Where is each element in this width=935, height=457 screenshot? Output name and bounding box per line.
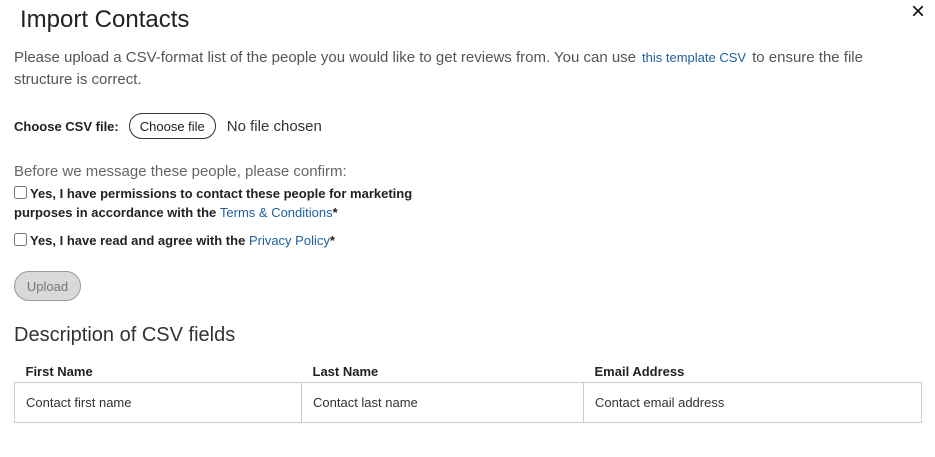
intro-text-before: Please upload a CSV-format list of the p…	[14, 49, 637, 66]
privacy-required-mark: *	[329, 233, 335, 248]
cell-email-address: Contact email address	[583, 382, 922, 423]
permissions-required-mark: *	[332, 205, 338, 220]
table-row: Contact first name Contact last name Con…	[14, 382, 922, 423]
column-header-first-name: First Name	[25, 363, 93, 379]
upload-button[interactable]: Upload	[14, 271, 81, 301]
privacy-checkbox[interactable]	[14, 233, 27, 246]
intro-text: Please upload a CSV-format list of the p…	[14, 47, 904, 91]
column-header-email-address: Email Address	[594, 363, 685, 379]
permissions-text: Yes, I have permissions to contact these…	[14, 186, 413, 220]
close-icon[interactable]: ×	[906, 0, 930, 24]
file-status: No file chosen	[226, 117, 322, 135]
column-header-last-name: Last Name	[312, 363, 379, 379]
confirm-heading: Before we message these people, please c…	[14, 163, 347, 180]
table-header-row: First Name Last Name Email Address	[15, 360, 922, 383]
csv-fields-table: First Name Last Name Email Address Conta…	[14, 360, 922, 423]
permissions-row: Yes, I have permissions to contact these…	[14, 184, 444, 222]
csv-description-title: Description of CSV fields	[14, 324, 236, 346]
file-input-label: Choose CSV file:	[14, 118, 119, 134]
privacy-text: Yes, I have read and agree with the	[30, 233, 246, 248]
file-input-row: Choose CSV file: Choose file No file cho…	[14, 112, 322, 140]
terms-conditions-link[interactable]: Terms & Conditions	[220, 205, 333, 220]
privacy-policy-link[interactable]: Privacy Policy	[249, 233, 330, 248]
permissions-checkbox[interactable]	[14, 186, 27, 199]
template-csv-link[interactable]: this template CSV	[636, 50, 752, 65]
privacy-row: Yes, I have read and agree with the Priv…	[14, 231, 335, 250]
cell-first-name: Contact first name	[14, 382, 302, 423]
dialog-title: Import Contacts	[20, 6, 190, 33]
cell-last-name: Contact last name	[301, 382, 584, 423]
choose-file-button[interactable]: Choose file	[128, 113, 216, 139]
